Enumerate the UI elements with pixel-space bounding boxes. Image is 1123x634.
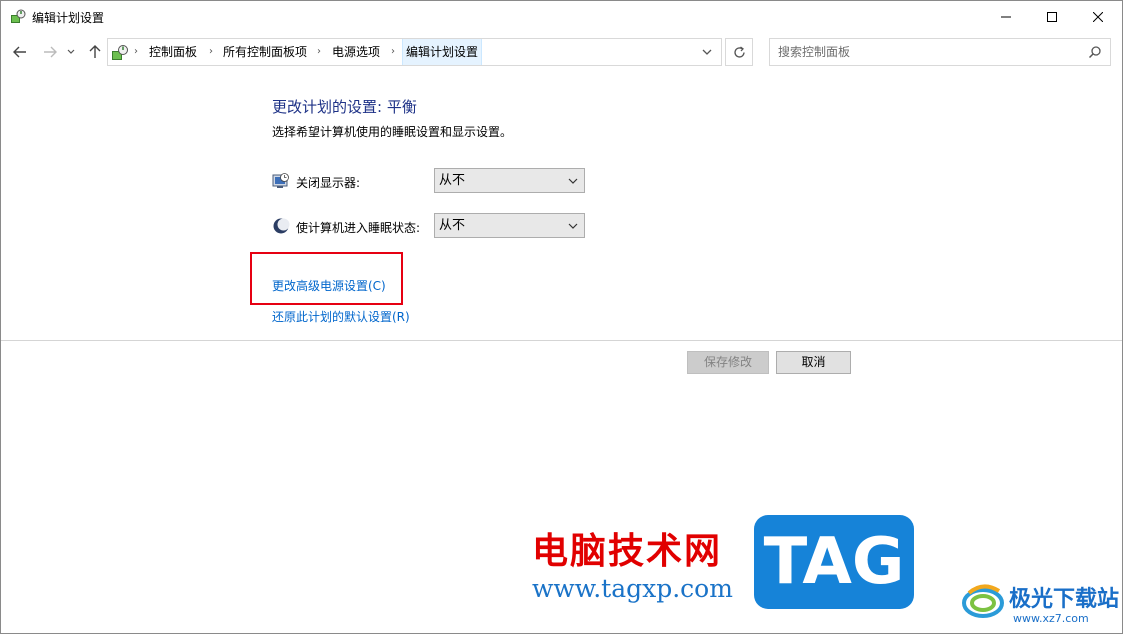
edit-plan-settings-window: 编辑计划设置 › 控制面板 › 所有控制面板项 › 电源选项 › 编辑计划设置 … <box>0 0 1123 634</box>
refresh-button[interactable] <box>725 38 753 66</box>
divider <box>1 340 1122 341</box>
title-bar: 编辑计划设置 <box>1 1 1122 32</box>
breadcrumb-separator-icon: › <box>391 46 395 57</box>
watermark-logo-url: www.xz7.com <box>1013 612 1089 625</box>
maximize-button[interactable] <box>1029 1 1075 32</box>
watermark-tag-logo: TAG <box>754 515 914 609</box>
turn-off-display-label: 关闭显示器: <box>296 176 361 190</box>
breadcrumb-separator-icon: › <box>134 46 138 57</box>
turn-off-display-value: 从不 <box>439 173 466 188</box>
power-options-icon <box>11 9 26 23</box>
search-input[interactable] <box>778 43 1078 61</box>
search-icon[interactable] <box>1088 45 1102 59</box>
turn-off-display-select[interactable]: 从不 <box>434 168 585 193</box>
restore-defaults-link[interactable]: 还原此计划的默认设置(R) <box>272 308 410 325</box>
chevron-down-icon <box>568 178 578 184</box>
watermark-site-name: 电脑技术网 <box>532 531 723 572</box>
recent-locations-button[interactable] <box>64 41 78 63</box>
page-subtitle: 选择希望计算机使用的睡眠设置和显示设置。 <box>272 125 513 139</box>
refresh-icon <box>733 45 745 58</box>
display-icon <box>272 173 289 188</box>
page-title: 更改计划的设置: 平衡 <box>272 98 417 116</box>
back-arrow-icon <box>13 46 26 58</box>
maximize-icon <box>1047 11 1057 22</box>
watermark-site-url: www.tagxp.com <box>532 574 733 603</box>
close-icon <box>1093 11 1103 22</box>
breadcrumb-all-items[interactable]: 所有控制面板项 <box>223 39 307 65</box>
watermark-logo-icon <box>962 584 1004 618</box>
forward-arrow-icon <box>44 46 57 58</box>
breadcrumb-control-panel[interactable]: 控制面板 <box>149 39 197 65</box>
minimize-icon <box>1001 16 1011 17</box>
sleep-value: 从不 <box>439 218 466 233</box>
cancel-button[interactable]: 取消 <box>776 351 851 374</box>
sleep-label: 使计算机进入睡眠状态: <box>296 221 421 235</box>
chevron-down-icon <box>67 49 75 54</box>
window-title: 编辑计划设置 <box>32 11 105 25</box>
highlight-box <box>250 252 403 305</box>
search-box[interactable] <box>769 38 1111 66</box>
forward-button[interactable] <box>40 41 60 63</box>
back-button[interactable] <box>10 41 30 63</box>
control-panel-icon <box>112 45 128 60</box>
save-changes-button[interactable]: 保存修改 <box>687 351 769 374</box>
sleep-moon-icon <box>273 218 290 234</box>
chevron-down-icon[interactable] <box>700 45 714 59</box>
minimize-button[interactable] <box>983 1 1029 32</box>
close-button[interactable] <box>1075 1 1121 32</box>
chevron-down-icon <box>568 223 578 229</box>
breadcrumb-edit-plan[interactable]: 编辑计划设置 <box>402 39 483 65</box>
watermark-logo-name: 极光下载站 <box>1009 587 1120 612</box>
up-button[interactable] <box>85 41 105 63</box>
up-arrow-icon <box>89 45 101 58</box>
breadcrumb-power-options[interactable]: 电源选项 <box>332 39 380 65</box>
breadcrumb-separator-icon: › <box>317 46 321 57</box>
sleep-select[interactable]: 从不 <box>434 213 585 238</box>
address-bar[interactable]: › 控制面板 › 所有控制面板项 › 电源选项 › 编辑计划设置 <box>107 38 722 66</box>
breadcrumb-separator-icon: › <box>209 46 213 57</box>
